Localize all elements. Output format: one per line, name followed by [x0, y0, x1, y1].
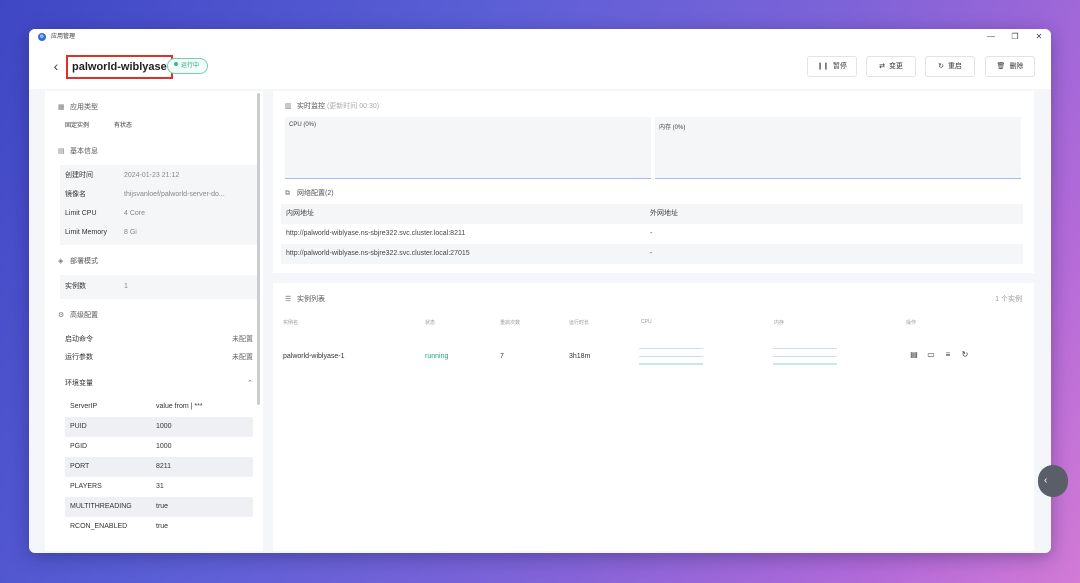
app-window: ⚙ 应用管理 — ❐ ✕ ‹ palworld-wiblyase 运行中 ❙❙ 暂…	[29, 29, 1051, 553]
instance-memory-sparkline	[773, 345, 839, 365]
col-header-restarts: 重启次数	[500, 320, 521, 326]
config-row: 运行参数 未配置	[65, 354, 253, 361]
basic-info-title: ▤ 基本信息	[58, 148, 98, 155]
memory-chart-label: 内存 (0%)	[659, 125, 686, 131]
info-row: 实例数 1	[65, 283, 128, 290]
env-row: PGID 1000	[70, 443, 172, 450]
status-text: 运行中	[181, 63, 200, 69]
monitor-icon: ▥	[285, 103, 292, 110]
network-row: http://palworld-wiblyase.ns-sbjre322.svc…	[281, 244, 1023, 264]
col-header-memory: 内存	[774, 320, 785, 326]
basic-info-box: 创建时间 2024-01-23 21:12 镜像名 thijsvanloef/pal…	[60, 165, 258, 245]
restart-instance-icon[interactable]: ↻	[960, 350, 970, 360]
instance-list-card: ☰ 实例列表 1 个实例	[273, 283, 1034, 551]
restart-icon: ↻	[938, 63, 944, 70]
monitor-title: ▥ 实时监控 (更新时间 00:30)	[285, 103, 380, 110]
back-icon[interactable]: ‹	[49, 58, 63, 74]
cpu-chart: CPU (0%)	[285, 117, 651, 179]
page-header: ‹ palworld-wiblyase 运行中 ❙❙ 暂停 ⇄ 变更 ↻ 重启 🗑 删除	[29, 45, 1051, 89]
col-header-name: 实例名	[283, 320, 299, 326]
delete-icon: 🗑	[996, 63, 1006, 70]
info-row: Limit Memory 8 Gi	[65, 229, 137, 236]
pause-label: 暂停	[832, 63, 847, 70]
env-row: PUID 1000	[65, 417, 253, 437]
delete-button[interactable]: 🗑 删除	[985, 56, 1035, 77]
network-icon: ⧉	[285, 190, 290, 197]
app-logo-icon: ⚙	[38, 33, 46, 41]
network-header-row: 内网地址 外网地址	[281, 204, 1023, 224]
info-icon: ▤	[58, 148, 65, 155]
deploy-mode-title: ◈ 部署模式	[58, 258, 98, 265]
logs-icon[interactable]: ▤	[909, 350, 919, 360]
col-header-uptime: 运行时长	[569, 320, 590, 326]
app-type-tag: 有状态	[114, 123, 133, 129]
app-detail-panel: ▦ 应用类型 固定实例 有状态 ▤ 基本信息 创建时间 2024-01-23 21:1…	[45, 91, 263, 551]
info-row: Limit CPU 4 Core	[65, 210, 146, 217]
memory-chart-line	[655, 178, 1021, 179]
env-row: PORT 8211	[65, 457, 253, 477]
terminal-icon[interactable]: ▭	[926, 350, 936, 360]
status-badge: 运行中	[167, 58, 209, 74]
col-header-actions: 操作	[906, 320, 917, 326]
memory-chart: 内存 (0%)	[655, 117, 1021, 179]
maximize-button[interactable]: ❐	[1009, 31, 1021, 43]
env-row: MULTITHREADING true	[65, 497, 253, 517]
network-row: http://palworld-wiblyase.ns-sbjre322.svc…	[281, 224, 1023, 244]
instance-count: 1 个实例	[995, 296, 1022, 303]
list-icon: ☰	[285, 296, 292, 303]
restart-label: 重启	[947, 63, 962, 70]
change-button[interactable]: ⇄ 变更	[866, 56, 916, 77]
app-type-tag: 固定实例	[65, 123, 90, 129]
config-row: 启动命令 未配置	[65, 336, 253, 343]
cpu-chart-line	[285, 178, 651, 179]
settings-icon: ⚙	[58, 312, 65, 319]
grid-icon: ▦	[58, 104, 65, 111]
minimize-button[interactable]: —	[985, 31, 997, 43]
col-header-cpu: CPU	[641, 319, 652, 325]
close-button[interactable]: ✕	[1033, 31, 1045, 43]
details-icon[interactable]: ≡	[943, 350, 953, 360]
env-row: RCON_ENABLED true	[70, 523, 169, 530]
left-panel-scrollbar[interactable]	[257, 93, 260, 405]
instance-name[interactable]: palworld-wiblyase-1	[283, 351, 344, 363]
window-title: 应用管理	[51, 34, 76, 40]
title-bar: ⚙ 应用管理 — ❐ ✕	[29, 29, 1051, 45]
network-title: ⧉ 网络配置(2)	[285, 190, 334, 197]
info-row: 创建时间 2024-01-23 21:12	[65, 172, 180, 179]
info-row: 镜像名 thijsvanloef/palworld-server-do...	[65, 191, 225, 198]
internal-address[interactable]: http://palworld-wiblyase.ns-sbjre322.svc…	[286, 224, 465, 244]
monitor-network-card: ▥ 实时监控 (更新时间 00:30) CPU (0%) 内存 (0%) ⧉ 网络配…	[273, 91, 1034, 273]
instance-cpu-sparkline	[639, 345, 705, 365]
deploy-icon: ◈	[58, 258, 64, 265]
app-type-title: ▦ 应用类型	[58, 104, 98, 111]
cpu-chart-label: CPU (0%)	[289, 122, 317, 128]
side-drawer-toggle-icon[interactable]: ‹	[1038, 465, 1068, 497]
chevron-up-icon[interactable]: ⌃	[247, 378, 253, 390]
advanced-config-title: ⚙ 高级配置	[58, 312, 98, 319]
monitor-update-time: (更新时间 00:30)	[326, 103, 380, 110]
instance-restarts: 7	[500, 353, 504, 360]
app-name-title: palworld-wiblyase	[66, 55, 173, 79]
restart-button[interactable]: ↻ 重启	[925, 56, 975, 77]
env-row: PLAYERS 31	[70, 483, 164, 490]
instance-uptime: 3h18m	[569, 353, 591, 360]
instance-status: running	[425, 353, 449, 360]
internal-address[interactable]: http://palworld-wiblyase.ns-sbjre322.svc…	[286, 244, 470, 264]
delete-label: 删除	[1009, 63, 1024, 70]
instance-list-title: ☰ 实例列表	[285, 296, 325, 303]
change-icon: ⇄	[879, 63, 885, 70]
env-section-header[interactable]: 环境变量 ⌃	[65, 378, 253, 390]
pause-icon: ❙❙	[817, 63, 829, 70]
deploy-mode-box: 实例数 1	[60, 275, 258, 299]
pause-button[interactable]: ❙❙ 暂停	[807, 56, 857, 77]
change-label: 变更	[888, 63, 903, 70]
env-row: ServerIP value from | ***	[70, 403, 203, 410]
status-dot-icon	[174, 62, 178, 66]
col-header-status: 状态	[425, 320, 436, 326]
